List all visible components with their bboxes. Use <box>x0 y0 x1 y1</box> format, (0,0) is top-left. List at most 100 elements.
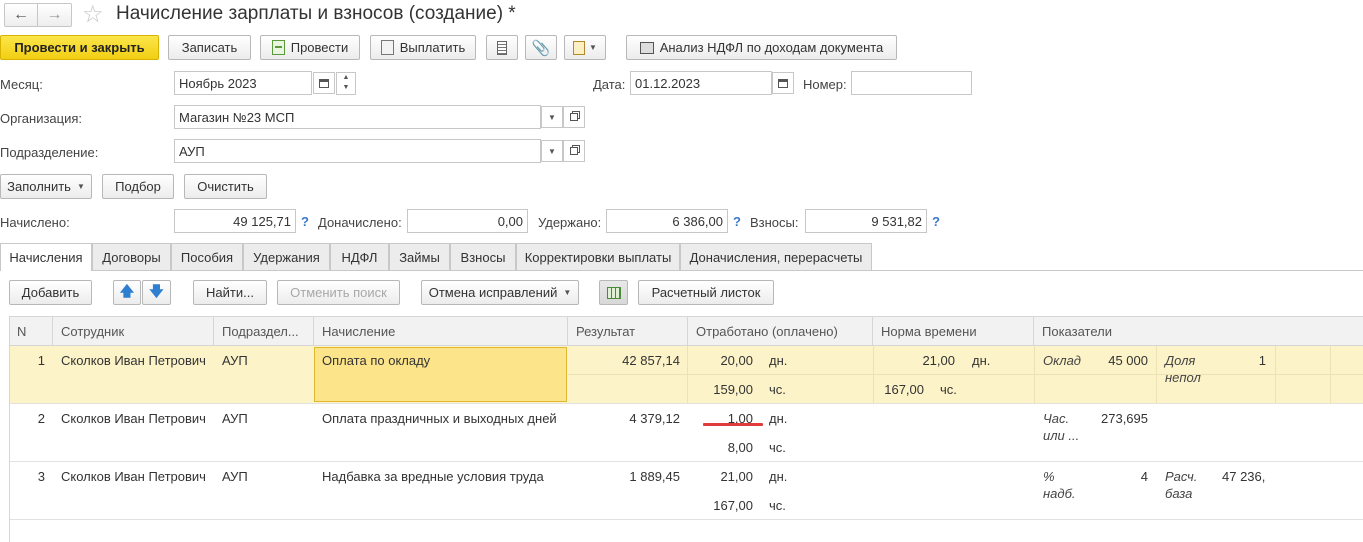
col-department[interactable]: Подраздел... <box>214 316 314 346</box>
add-button[interactable]: Добавить <box>9 280 92 305</box>
pay-button[interactable]: Выплатить <box>370 35 476 60</box>
move-down-button[interactable]: 🡇 <box>142 280 171 305</box>
table-settings-button[interactable] <box>599 280 628 305</box>
row3-employee: Сколков Иван Петрович <box>61 469 206 484</box>
month-field[interactable]: Ноябрь 2023 <box>174 71 312 95</box>
month-calendar-button[interactable] <box>313 72 335 94</box>
find-button[interactable]: Найти... <box>193 280 267 305</box>
row2-n: 2 <box>37 411 45 426</box>
nav-back-forward: ← → <box>4 3 72 27</box>
department-open-button[interactable] <box>563 140 585 162</box>
accrued-label: Начислено: <box>0 215 70 230</box>
organization-label: Организация: <box>0 111 83 126</box>
back-arrow-icon[interactable]: ← <box>5 4 38 26</box>
tab-contributions[interactable]: Взносы <box>450 243 516 270</box>
tab-deductions[interactable]: Удержания <box>243 243 330 270</box>
table-row[interactable] <box>9 346 1363 404</box>
table-row[interactable] <box>9 462 1363 520</box>
date-label: Дата: <box>593 77 626 92</box>
open-link-icon <box>570 147 578 155</box>
row2-days-unit: дн. <box>769 411 788 426</box>
row1-indicator2-name-2: непол <box>1165 370 1201 385</box>
tab-ndfl[interactable]: НДФЛ <box>330 243 389 270</box>
row1-norm-hours-unit: чс. <box>940 382 957 397</box>
cancel-corrections-button[interactable]: Отмена исправлений ▼ <box>421 280 579 305</box>
select-button[interactable]: Подбор <box>102 174 174 199</box>
contributions-help-icon[interactable]: ? <box>932 214 940 229</box>
row3-result: 1 889,45 <box>629 469 680 484</box>
payslip-button[interactable]: Расчетный листок <box>638 280 774 305</box>
department-label: Подразделение: <box>0 145 99 160</box>
col-worked[interactable]: Отработано (оплачено) <box>688 316 873 346</box>
post-and-close-button[interactable]: Провести и закрыть <box>0 35 159 60</box>
row3-accrual: Надбавка за вредные условия труда <box>322 469 544 484</box>
pay-doc-icon <box>380 40 394 55</box>
arrow-down-icon: 🡇 <box>149 282 164 299</box>
row1-department: АУП <box>222 353 248 368</box>
print-menu-button[interactable]: ▼ <box>564 35 606 60</box>
row3-worked-hours: 167,00 <box>713 498 753 513</box>
table-row[interactable] <box>9 404 1363 462</box>
tab-accruals[interactable]: Начисления <box>0 243 92 271</box>
row1-norm-hours: 167,00 <box>884 382 924 397</box>
row2-employee: Сколков Иван Петрович <box>61 411 206 426</box>
annotation-underline <box>703 423 763 426</box>
row3-indicator1-value: 4 <box>1140 469 1148 484</box>
tab-benefits[interactable]: Пособия <box>171 243 243 270</box>
row3-n: 3 <box>37 469 45 484</box>
ndfl-analysis-button[interactable]: Анализ НДФЛ по доходам документа <box>626 35 897 60</box>
cancel-search-button[interactable]: Отменить поиск <box>277 280 400 305</box>
number-field[interactable] <box>851 71 972 95</box>
number-label: Номер: <box>803 77 847 92</box>
department-field[interactable]: АУП <box>174 139 541 163</box>
department-dropdown[interactable]: ▼ <box>541 140 563 162</box>
save-button[interactable]: Записать <box>168 35 251 60</box>
month-stepper[interactable]: ▲ ▼ <box>336 72 356 95</box>
row2-result: 4 379,12 <box>629 411 680 426</box>
row1-col-divider-3 <box>1034 346 1035 404</box>
row3-department: АУП <box>222 469 248 484</box>
printer-icon <box>639 41 654 54</box>
stepper-down-icon[interactable]: ▼ <box>337 83 355 93</box>
row3-indicator2-name-2: база <box>1165 486 1193 501</box>
accrued-help-icon[interactable]: ? <box>301 214 309 229</box>
withheld-help-icon[interactable]: ? <box>733 214 741 229</box>
col-n[interactable]: N <box>9 316 53 346</box>
tab-recalculations[interactable]: Доначисления, перерасчеты <box>680 243 872 270</box>
row1-days-unit: дн. <box>769 353 788 368</box>
row1-result: 42 857,14 <box>622 353 680 368</box>
row3-indicator1-name-2: надб. <box>1043 486 1076 501</box>
col-indicators[interactable]: Показатели <box>1034 316 1363 346</box>
row2-department: АУП <box>222 411 248 426</box>
row1-col-divider-4 <box>1156 346 1157 404</box>
tab-contracts[interactable]: Договоры <box>92 243 171 270</box>
accrued-field: 49 125,71 <box>174 209 296 233</box>
post-button[interactable]: Провести <box>260 35 360 60</box>
col-result[interactable]: Результат <box>568 316 688 346</box>
organization-field[interactable]: Магазин №23 МСП <box>174 105 541 129</box>
report-button[interactable] <box>486 35 518 60</box>
dropdown-arrow-icon: ▼ <box>548 146 556 156</box>
move-up-button[interactable]: 🡅 <box>113 280 141 305</box>
forward-arrow-icon[interactable]: → <box>38 4 71 26</box>
organization-dropdown[interactable]: ▼ <box>541 106 563 128</box>
stepper-up-icon[interactable]: ▲ <box>337 73 355 83</box>
tab-payment-adjustments[interactable]: Корректировки выплаты <box>516 243 680 270</box>
tab-loans[interactable]: Займы <box>389 243 450 270</box>
contributions-field: 9 531,82 <box>805 209 927 233</box>
clear-button[interactable]: Очистить <box>184 174 267 199</box>
withheld-label: Удержано: <box>538 215 602 230</box>
col-accrual[interactable]: Начисление <box>314 316 568 346</box>
table-left-border <box>9 316 10 542</box>
organization-open-button[interactable] <box>563 106 585 128</box>
date-calendar-button[interactable] <box>772 72 794 94</box>
attach-button[interactable]: 📎 <box>525 35 557 60</box>
window-title: Начисление зарплаты и взносов (создание)… <box>116 3 516 24</box>
row3-hours-unit: чс. <box>769 498 786 513</box>
favorite-star-icon[interactable]: ☆ <box>82 0 104 29</box>
col-employee[interactable]: Сотрудник <box>53 316 214 346</box>
date-field[interactable]: 01.12.2023 <box>630 71 772 95</box>
col-norm[interactable]: Норма времени <box>873 316 1034 346</box>
row1-col-divider-6 <box>1330 346 1331 404</box>
fill-button[interactable]: Заполнить ▼ <box>0 174 92 199</box>
